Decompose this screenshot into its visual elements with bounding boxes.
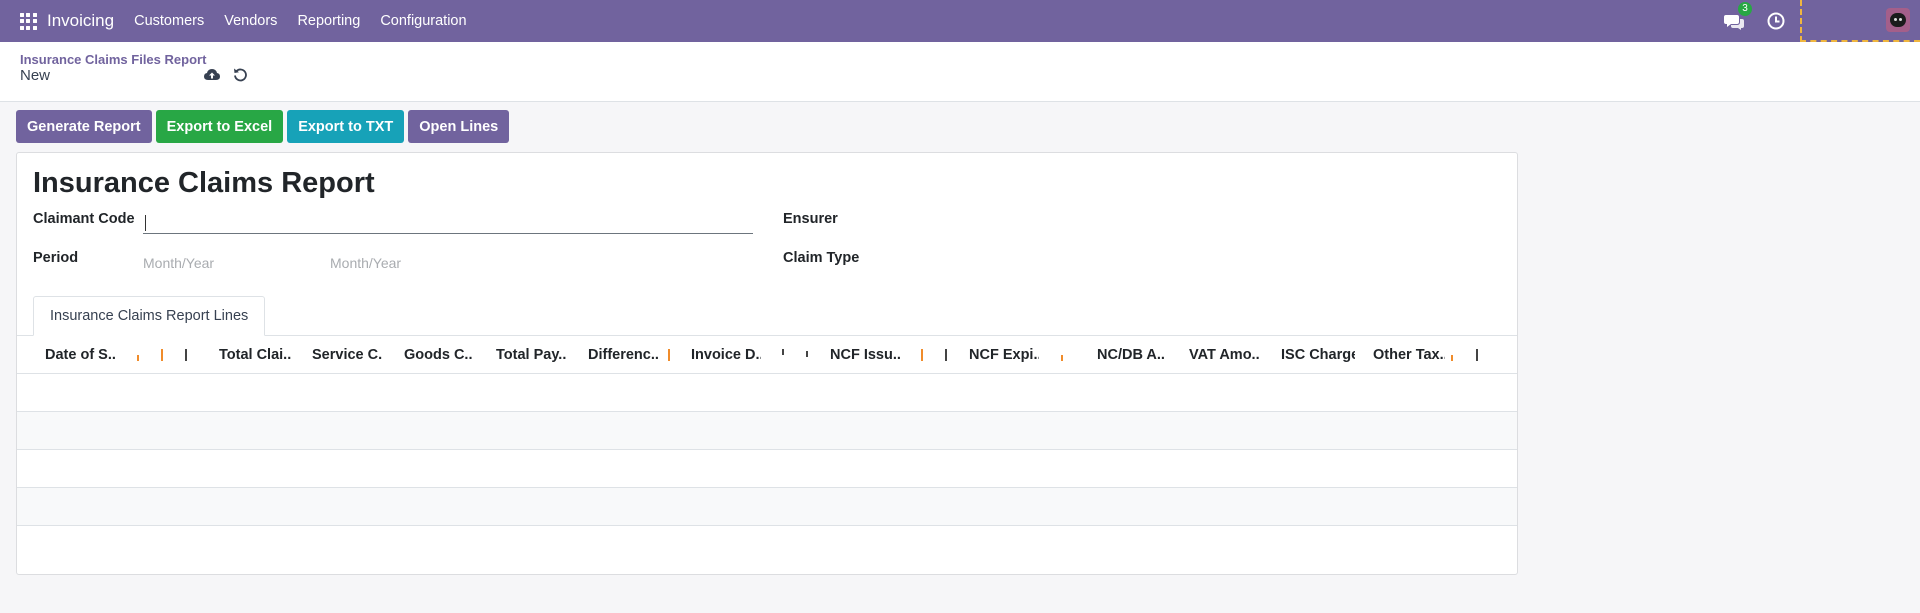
user-avatar[interactable]	[1886, 8, 1910, 32]
table-row[interactable]	[17, 374, 1517, 412]
col-ncf-issue-date[interactable]: NCF Issu...	[830, 336, 900, 374]
claimant-code-label: Claimant Code	[33, 211, 135, 227]
column-resize-handle[interactable]	[161, 349, 163, 361]
col-difference[interactable]: Differenc...	[588, 336, 658, 374]
column-resize-handle[interactable]	[1451, 355, 1453, 361]
col-vat-amount[interactable]: VAT Amo...	[1189, 336, 1259, 374]
breadcrumb[interactable]: Insurance Claims Files Report	[20, 52, 206, 67]
menu-customers[interactable]: Customers	[124, 13, 214, 29]
generate-report-button[interactable]: Generate Report	[16, 110, 152, 143]
column-resize-handle[interactable]	[945, 349, 947, 361]
column-resize-handle[interactable]	[782, 349, 784, 355]
activity-clock-icon[interactable]	[1766, 11, 1786, 31]
action-buttons: Generate Report Export to Excel Export t…	[16, 110, 513, 143]
user-menu-area	[1800, 0, 1920, 42]
column-resize-handle[interactable]	[668, 349, 670, 361]
column-resize-handle[interactable]	[1061, 355, 1063, 361]
col-service-cost[interactable]: Service C...	[312, 336, 382, 374]
export-txt-button[interactable]: Export to TXT	[287, 110, 405, 143]
menu-vendors[interactable]: Vendors	[214, 13, 287, 29]
col-isc-charge[interactable]: ISC Charge	[1281, 336, 1355, 374]
column-resize-handle[interactable]	[185, 349, 187, 361]
table-row[interactable]	[17, 412, 1517, 450]
apps-menu-icon[interactable]	[18, 11, 38, 31]
text-cursor	[145, 215, 146, 231]
table-row[interactable]	[17, 450, 1517, 488]
discard-undo-icon[interactable]	[233, 67, 248, 82]
systray: 3	[1724, 0, 1920, 42]
period-from-input[interactable]	[143, 251, 313, 275]
col-invoice-date[interactable]: Invoice D...	[691, 336, 761, 374]
open-lines-button[interactable]: Open Lines	[408, 110, 510, 143]
col-goods-cost[interactable]: Goods C...	[404, 336, 472, 374]
period-label: Period	[33, 250, 79, 266]
record-name: New	[20, 67, 51, 84]
claim-type-label: Claim Type	[783, 250, 860, 266]
chat-icon	[1724, 15, 1744, 30]
form-sheet: Insurance Claims Report Claimant Code Pe…	[16, 152, 1518, 575]
col-date-of-service[interactable]: Date of S...	[45, 336, 115, 374]
col-total-claimed[interactable]: Total Clai...	[219, 336, 291, 374]
column-resize-handle[interactable]	[806, 351, 808, 357]
control-panel: Insurance Claims Files Report New	[0, 42, 1920, 102]
report-lines-table: Date of S... Total Clai... Service C... …	[17, 336, 1517, 564]
column-resize-handle[interactable]	[1476, 349, 1478, 361]
col-total-paid[interactable]: Total Pay...	[496, 336, 566, 374]
col-ncf-expiry-date[interactable]: NCF Expi...	[969, 336, 1039, 374]
claimant-code-input[interactable]	[143, 210, 753, 234]
message-count-badge: 3	[1738, 2, 1752, 16]
period-to-input[interactable]	[330, 251, 500, 275]
ensurer-label: Ensurer	[783, 211, 838, 227]
menu-configuration[interactable]: Configuration	[370, 13, 476, 29]
table-row[interactable]	[17, 488, 1517, 526]
table-header: Date of S... Total Clai... Service C... …	[17, 336, 1517, 374]
app-brand[interactable]: Invoicing	[47, 11, 114, 31]
page-title: Insurance Claims Report	[33, 167, 375, 199]
column-resize-handle[interactable]	[921, 349, 923, 361]
col-nc-db-amount[interactable]: NC/DB A...	[1097, 336, 1165, 374]
messaging-button[interactable]: 3	[1724, 2, 1752, 32]
top-navbar: Invoicing Customers Vendors Reporting Co…	[0, 0, 1920, 42]
table-row[interactable]	[17, 526, 1517, 564]
tab-report-lines[interactable]: Insurance Claims Report Lines	[33, 296, 266, 336]
column-resize-handle[interactable]	[137, 355, 139, 361]
menu-reporting[interactable]: Reporting	[287, 13, 370, 29]
cloud-upload-icon[interactable]	[204, 68, 220, 82]
col-other-taxes[interactable]: Other Tax...	[1373, 336, 1445, 374]
export-excel-button[interactable]: Export to Excel	[155, 110, 284, 143]
